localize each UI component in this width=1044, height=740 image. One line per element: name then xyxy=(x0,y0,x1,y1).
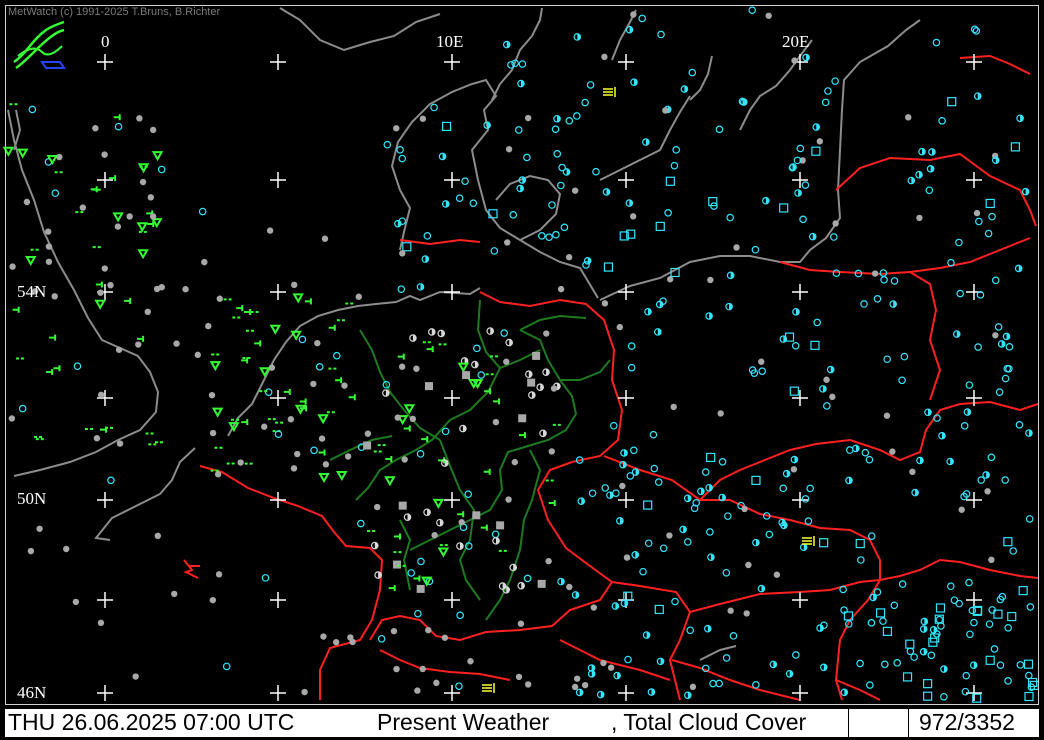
grid-label-lat-50n: 50N xyxy=(17,489,47,508)
status-bar: THU 26.06.2025 07:00 UTC Present Weather… xyxy=(5,709,1039,737)
copyright-text: MetWatch (c) 1991-2025 T.Bruns, B.Richte… xyxy=(8,6,221,18)
status-datetime: THU 26.06.2025 07:00 UTC xyxy=(8,709,295,735)
status-separator xyxy=(908,709,909,737)
grid-label-lon-10e: 10E xyxy=(436,32,464,51)
grid-label-lat-46n: 46N xyxy=(17,683,47,702)
grid-label-lon-0: 0 xyxy=(101,32,110,51)
weather-map[interactable] xyxy=(0,0,1044,740)
status-product: Present Weather xyxy=(377,709,550,735)
status-separator xyxy=(848,709,849,737)
grid-label-lat-54n: 54N xyxy=(17,282,47,301)
grid-label-lon-20e: 20E xyxy=(782,32,810,51)
metwatch-logo-icon xyxy=(13,20,66,70)
status-count: 972/3352 xyxy=(919,709,1015,735)
status-overlay: , Total Cloud Cover xyxy=(611,709,807,735)
